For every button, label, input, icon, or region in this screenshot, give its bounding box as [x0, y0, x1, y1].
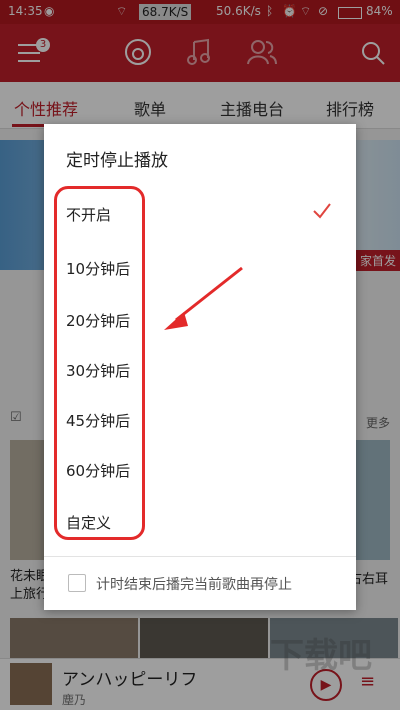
finish-song-label[interactable]: 计时结束后播完当前歌曲再停止 — [96, 574, 292, 594]
dialog-divider — [44, 556, 356, 557]
annotation-highlight-box — [54, 186, 145, 540]
finish-song-checkbox[interactable] — [68, 574, 86, 592]
dialog-title: 定时停止播放 — [66, 151, 168, 171]
annotation-arrow-icon — [164, 266, 243, 330]
checkmark-icon — [313, 203, 331, 219]
